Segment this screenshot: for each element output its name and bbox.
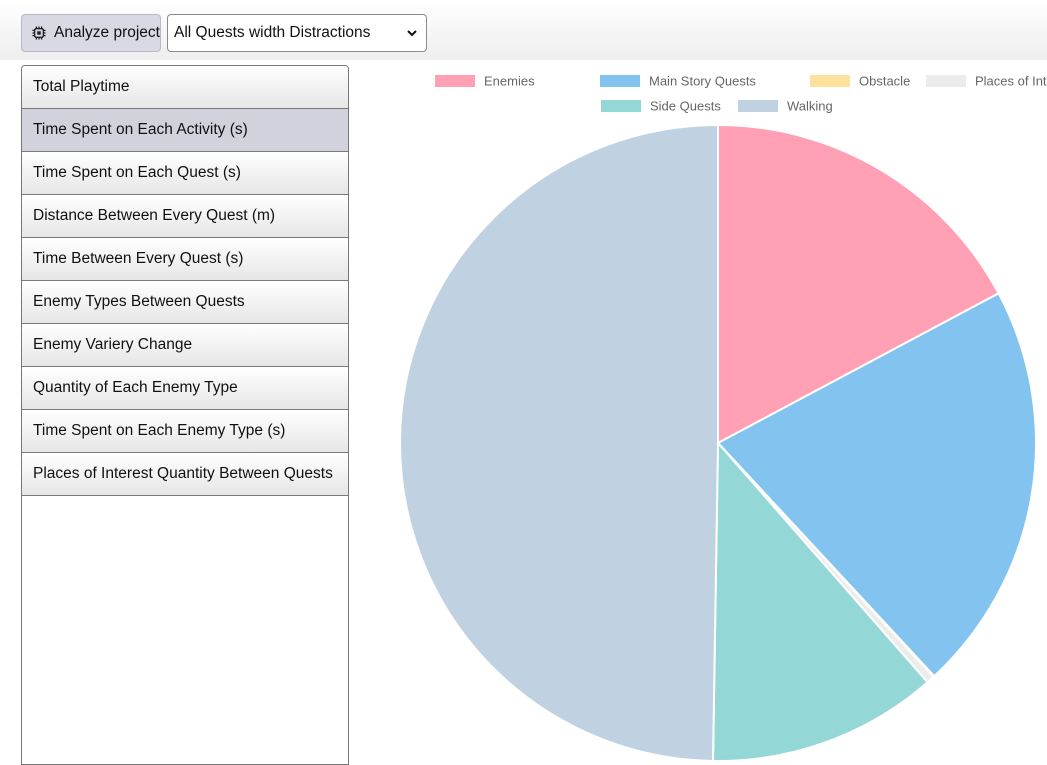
legend-label: Enemies xyxy=(484,74,535,89)
analyze-project-button[interactable]: Analyze project xyxy=(21,14,161,52)
legend-item[interactable]: Walking xyxy=(738,99,833,114)
legend-item[interactable]: Main Story Quests xyxy=(600,74,756,89)
legend-label: Places of Interest xyxy=(975,74,1047,89)
quest-filter-value: All Quests width Distractions xyxy=(174,24,371,41)
pie-slice-walking[interactable] xyxy=(399,123,719,761)
legend-item[interactable]: Side Quests xyxy=(601,99,721,114)
legend-item[interactable]: Obstacle xyxy=(810,74,910,89)
menu-item[interactable]: Total Playtime xyxy=(22,66,348,109)
menu-item[interactable]: Enemy Variery Change xyxy=(22,324,348,367)
analysis-menu: Total Playtime Time Spent on Each Activit… xyxy=(21,65,349,765)
menu-item[interactable]: Time Spent on Each Quest (s) xyxy=(22,152,348,195)
legend-label: Main Story Quests xyxy=(649,74,756,89)
legend-label: Walking xyxy=(787,99,833,114)
legend-item[interactable]: Places of Interest xyxy=(926,74,1047,89)
legend-swatch xyxy=(435,75,475,87)
menu-item[interactable]: Time Between Every Quest (s) xyxy=(22,238,348,281)
legend-swatch xyxy=(810,75,850,87)
legend-swatch xyxy=(600,75,640,87)
menu-item[interactable]: Time Spent on Each Activity (s) xyxy=(22,109,348,152)
menu-item[interactable]: Enemy Types Between Quests xyxy=(22,281,348,324)
analyze-project-label: Analyze project xyxy=(54,24,160,41)
menu-item[interactable]: Quantity of Each Enemy Type xyxy=(22,367,348,410)
legend-swatch xyxy=(926,75,966,87)
legend-item[interactable]: Enemies xyxy=(435,74,535,89)
legend-swatch xyxy=(738,100,778,112)
legend-label: Side Quests xyxy=(650,99,721,114)
chip-icon xyxy=(32,26,46,40)
menu-item[interactable]: Places of Interest Quantity Between Ques… xyxy=(22,453,348,496)
activity-pie-chart: Enemies Main Story Quests Obstacle Places o… xyxy=(399,74,1047,761)
legend-label: Obstacle xyxy=(859,74,910,89)
legend-swatch xyxy=(601,100,641,112)
menu-item[interactable]: Distance Between Every Quest (m) xyxy=(22,195,348,238)
menu-item[interactable]: Time Spent on Each Enemy Type (s) xyxy=(22,410,348,453)
